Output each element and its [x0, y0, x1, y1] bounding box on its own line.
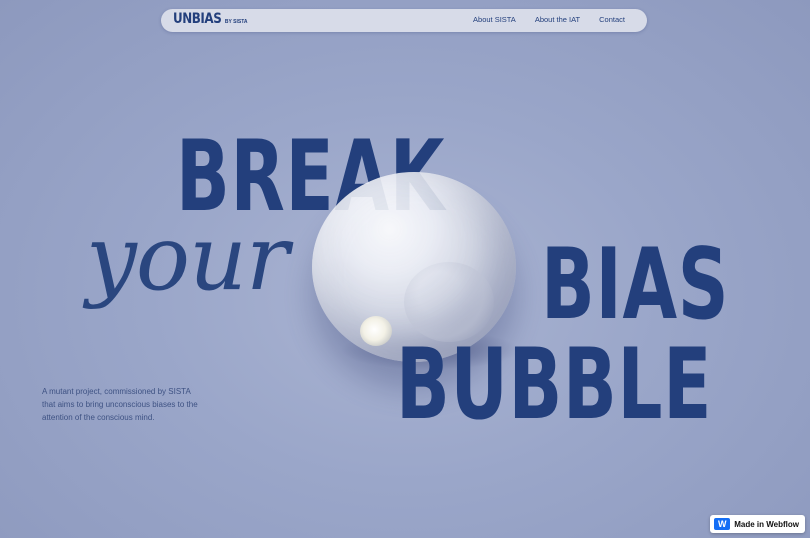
- logo-wordmark: UNBIAS: [173, 11, 222, 27]
- webflow-logo-icon: W: [714, 518, 731, 530]
- nav-link-about-iat[interactable]: About the IAT: [535, 15, 580, 24]
- unbias-logo[interactable]: UNBIAS BY SISTA: [173, 11, 248, 27]
- webflow-badge-label: Made in Webflow: [734, 519, 799, 529]
- nav-links: About SISTA About the IAT Contact: [473, 15, 625, 24]
- project-description: A mutant project, commissioned by SISTA …: [42, 387, 198, 422]
- hero-word-your: your: [86, 206, 289, 311]
- nav-link-about-sista[interactable]: About SISTA: [473, 15, 516, 24]
- nav-link-contact[interactable]: Contact: [599, 15, 625, 24]
- hero-word-bias: BIAS: [541, 228, 730, 342]
- top-navigation-bar: UNBIAS BY SISTA About SISTA About the IA…: [161, 9, 647, 32]
- made-in-webflow-badge[interactable]: W Made in Webflow: [710, 515, 805, 533]
- bubble-glint: [360, 316, 392, 346]
- logo-byline: BY SISTA: [224, 19, 248, 25]
- hero-word-bubble: BUBBLE: [396, 328, 713, 442]
